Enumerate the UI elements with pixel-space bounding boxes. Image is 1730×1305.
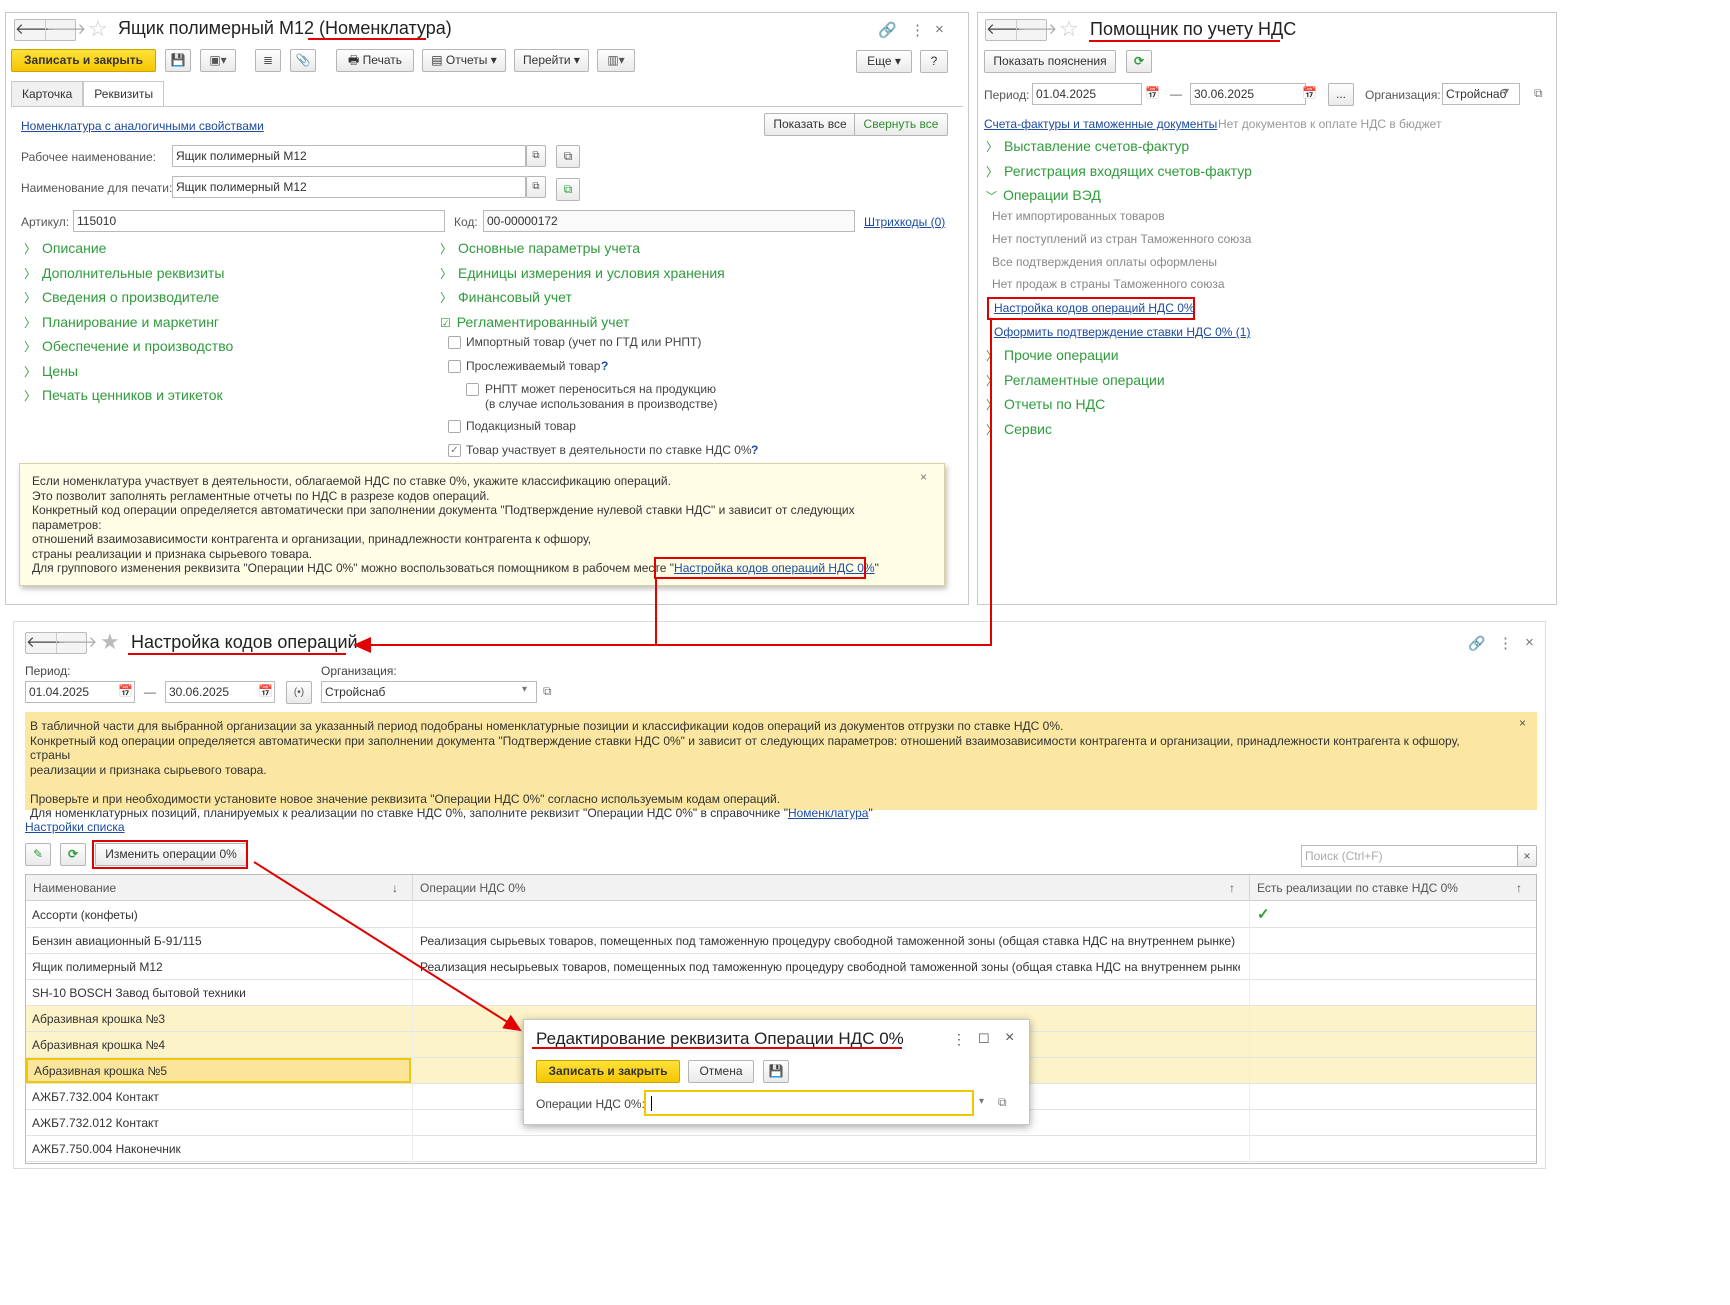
arrow-from-helper	[353, 320, 992, 653]
arrow-to-dialog	[253, 861, 522, 1032]
annotation-arrows	[253, 320, 992, 1032]
